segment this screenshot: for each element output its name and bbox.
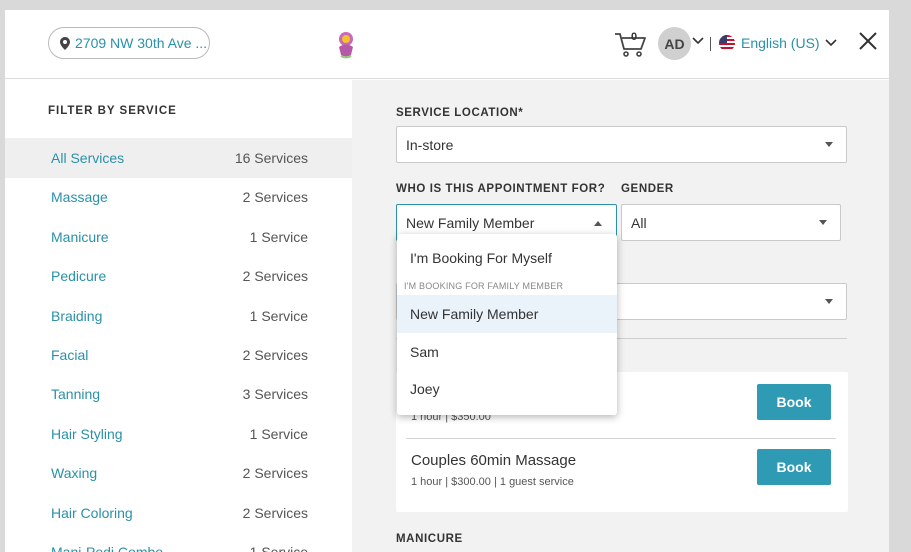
row-divider xyxy=(406,438,836,439)
sidebar-item-count: 2 Services xyxy=(242,189,308,206)
map-pin-icon xyxy=(60,36,70,50)
location-text: 2709 NW 30th Ave ... xyxy=(75,35,208,51)
chevron-down-icon xyxy=(825,39,837,47)
sidebar-item[interactable]: Pedicure 2 Services xyxy=(5,256,352,296)
cart-count: 0 xyxy=(631,31,638,43)
sidebar-item[interactable]: Manicure 1 Service xyxy=(5,217,352,257)
sidebar-item[interactable]: Tanning 3 Services xyxy=(5,374,352,414)
sidebar-item-label: Facial xyxy=(51,347,89,363)
sidebar-item-count: 2 Services xyxy=(242,465,308,482)
modal-header: 2709 NW 30th Ave ... 0 AD English (US) xyxy=(5,10,889,79)
chevron-down-icon[interactable] xyxy=(692,37,704,45)
sidebar-item-count: 2 Services xyxy=(242,347,308,363)
book-button[interactable]: Book xyxy=(757,384,831,420)
section-title-manicure: MANICURE xyxy=(396,533,463,545)
dropdown-item-new-family-member[interactable]: New Family Member xyxy=(397,295,617,333)
caret-down-icon xyxy=(819,220,827,225)
dropdown-item-joey[interactable]: Joey xyxy=(397,370,617,408)
caret-down-icon xyxy=(825,299,833,304)
sidebar-item-label: Manicure xyxy=(51,228,109,245)
service-meta: 1 hour | $300.00 | 1 guest service xyxy=(411,476,574,488)
booking-modal: 2709 NW 30th Ave ... 0 AD English (US) F… xyxy=(5,10,889,552)
header-divider xyxy=(710,37,711,51)
gender-label: GENDER xyxy=(621,183,674,195)
caret-down-icon xyxy=(825,142,833,147)
language-selector[interactable]: English (US) xyxy=(719,33,837,53)
sidebar-item[interactable]: Facial 2 Services xyxy=(5,335,352,375)
who-value: New Family Member xyxy=(406,214,535,231)
who-label: WHO IS THIS APPOINTMENT FOR? xyxy=(396,183,606,195)
sidebar-item-label: Hair Styling xyxy=(51,425,123,442)
language-label: English (US) xyxy=(741,35,820,51)
dropdown-item-myself[interactable]: I'm Booking For Myself xyxy=(397,239,617,277)
sidebar-item-count: 1 Service xyxy=(249,425,308,442)
filter-title: FILTER BY SERVICE xyxy=(48,105,177,117)
sidebar-item-label: Massage xyxy=(51,189,108,206)
service-filter-sidebar: FILTER BY SERVICE All Services 16 Service… xyxy=(5,80,352,552)
sidebar-item-count: 2 Services xyxy=(242,268,308,285)
sidebar-item-label: Mani-Pedi Combo xyxy=(51,544,164,552)
location-selector[interactable]: 2709 NW 30th Ave ... xyxy=(48,27,210,59)
user-avatar[interactable]: AD xyxy=(658,27,691,60)
sidebar-item-label: Pedicure xyxy=(51,268,107,285)
sidebar-item-label: Hair Coloring xyxy=(51,504,133,521)
gender-select[interactable]: All xyxy=(621,204,841,241)
book-button[interactable]: Book xyxy=(757,449,831,485)
brand-logo xyxy=(339,32,353,59)
sidebar-item-label: Waxing xyxy=(51,465,98,482)
sidebar-item-count: 1 Service xyxy=(249,544,308,552)
sidebar-item-count: 2 Services xyxy=(242,504,308,521)
who-dropdown-menu: I'm Booking For Myself I'M BOOKING FOR F… xyxy=(397,234,617,415)
sidebar-item[interactable]: Massage 2 Services xyxy=(5,177,352,217)
dropdown-group-label: I'M BOOKING FOR FAMILY MEMBER xyxy=(404,281,564,291)
sidebar-item-count: 3 Services xyxy=(242,386,308,403)
sidebar-item-count: 16 Services xyxy=(234,150,308,166)
us-flag-icon xyxy=(719,35,735,51)
caret-up-icon xyxy=(594,221,602,226)
sidebar-item-count: 1 Service xyxy=(249,307,308,324)
cart-button[interactable]: 0 xyxy=(613,30,649,58)
sidebar-item-label: Tanning xyxy=(51,386,101,403)
sidebar-item[interactable]: Hair Styling 1 Service xyxy=(5,414,352,454)
sidebar-item-label: All Services xyxy=(51,150,125,166)
sidebar-item[interactable]: Braiding 1 Service xyxy=(5,296,352,336)
sidebar-item[interactable]: Waxing 2 Services xyxy=(5,453,352,493)
sidebar-item[interactable]: All Services 16 Services xyxy=(5,138,352,178)
dropdown-item-sam[interactable]: Sam xyxy=(397,333,617,371)
close-icon[interactable] xyxy=(857,30,879,52)
sidebar-item[interactable]: Hair Coloring 2 Services xyxy=(5,493,352,533)
service-title: Couples 60min Massage xyxy=(411,452,577,469)
sidebar-item[interactable]: Mani-Pedi Combo 1 Service xyxy=(5,532,352,552)
sidebar-item-label: Braiding xyxy=(51,307,103,324)
sidebar-item-count: 1 Service xyxy=(249,228,308,245)
service-location-select[interactable]: In-store xyxy=(396,126,847,163)
service-location-label: SERVICE LOCATION* xyxy=(396,107,524,119)
service-location-value: In-store xyxy=(406,136,454,153)
gender-value: All xyxy=(631,214,647,231)
